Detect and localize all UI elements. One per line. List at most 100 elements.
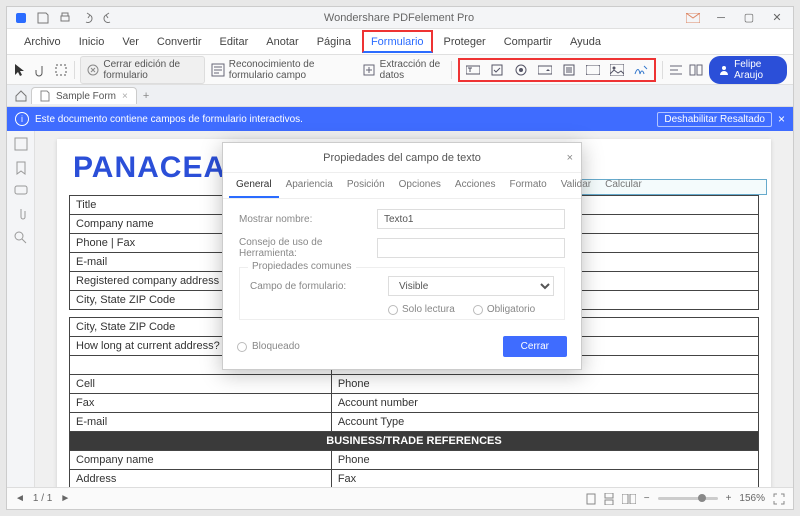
redo-icon[interactable] [101, 10, 117, 26]
close-circle-icon [87, 64, 99, 76]
tabstrip: Sample Form × + [7, 85, 793, 107]
dialog-title: Propiedades del campo de texto × [223, 143, 581, 173]
form-recognition-icon [211, 63, 225, 77]
undo-icon[interactable] [79, 10, 95, 26]
tab-general[interactable]: General [229, 173, 279, 198]
fullscreen-icon[interactable] [773, 493, 785, 505]
data-extraction-icon [362, 63, 376, 77]
close-form-edit-button[interactable]: Cerrar edición de formulario [80, 56, 204, 84]
section-header: BUSINESS/TRADE REFERENCES [70, 432, 759, 451]
menu-inicio[interactable]: Inicio [70, 29, 114, 54]
hand-icon[interactable] [33, 61, 47, 79]
menubar: Archivo Inicio Ver Convertir Editar Anot… [7, 29, 793, 55]
tab-formato[interactable]: Formato [502, 173, 553, 198]
listbox-icon[interactable] [560, 61, 578, 79]
common-properties-fieldset: Propiedades comunes Campo de formulario:… [239, 267, 565, 320]
data-extraction-button[interactable]: Extracción de datos [362, 59, 445, 81]
cell: Cell [70, 375, 332, 394]
info-banner: i Este documento contiene campos de form… [7, 107, 793, 131]
menu-formulario[interactable]: Formulario [362, 30, 433, 53]
home-tab-icon[interactable] [11, 90, 31, 102]
pointer-icon[interactable] [13, 61, 27, 79]
align-icon[interactable] [669, 61, 683, 79]
app-logo-icon [13, 10, 29, 26]
search-panel-icon[interactable] [14, 231, 27, 244]
disable-highlight-button[interactable]: Deshabilitar Resaltado [657, 112, 772, 127]
cell: Account Type [331, 413, 758, 432]
readonly-check[interactable]: Solo lectura [388, 304, 455, 315]
banner-close-icon[interactable]: × [778, 112, 785, 126]
radio-icon[interactable] [512, 61, 530, 79]
combobox-icon[interactable] [536, 61, 554, 79]
tab-opciones[interactable]: Opciones [392, 173, 448, 198]
tab-close-icon[interactable]: × [122, 91, 128, 102]
dialog-close-icon[interactable]: × [567, 152, 573, 164]
name-input[interactable] [377, 209, 565, 229]
view-single-icon[interactable] [586, 493, 596, 505]
zoom-level: 156% [739, 493, 765, 504]
menu-ver[interactable]: Ver [113, 29, 148, 54]
new-tab-button[interactable]: + [143, 90, 149, 102]
menu-ayuda[interactable]: Ayuda [561, 29, 610, 54]
user-pill[interactable]: Felipe Araujo [709, 56, 787, 84]
titlebar: Wondershare PDFelement Pro ─ ▢ ✕ [7, 7, 793, 29]
image-field-icon[interactable] [608, 61, 626, 79]
tab-apariencia[interactable]: Apariencia [279, 173, 340, 198]
tab-acciones[interactable]: Acciones [448, 173, 503, 198]
locked-check[interactable]: Bloqueado [237, 341, 300, 352]
banner-text: Este documento contiene campos de formul… [35, 114, 303, 125]
visibility-select[interactable]: Visible [388, 276, 554, 296]
button-icon[interactable] [584, 61, 602, 79]
more-tools-icon[interactable] [689, 61, 703, 79]
tab-calcular[interactable]: Calcular [598, 173, 649, 198]
cell: Phone [331, 451, 758, 470]
tab-posicion[interactable]: Posición [340, 173, 392, 198]
document-tab[interactable]: Sample Form × [31, 87, 137, 104]
dialog-close-button[interactable]: Cerrar [503, 336, 567, 357]
menu-proteger[interactable]: Proteger [435, 29, 495, 54]
print-icon[interactable] [57, 10, 73, 26]
zoom-out-icon[interactable]: − [644, 493, 650, 504]
dialog-footer: Bloqueado Cerrar [223, 326, 581, 369]
cell: Address [70, 470, 332, 488]
menu-editar[interactable]: Editar [211, 29, 258, 54]
menu-anotar[interactable]: Anotar [257, 29, 307, 54]
minimize-button[interactable]: ─ [709, 10, 733, 26]
window-title: Wondershare PDFelement Pro [117, 12, 681, 24]
close-button[interactable]: ✕ [765, 10, 789, 26]
form-recognition-button[interactable]: Reconocimiento de formulario campo [211, 59, 356, 81]
maximize-button[interactable]: ▢ [737, 10, 761, 26]
doc-icon [40, 90, 50, 102]
required-check[interactable]: Obligatorio [473, 304, 535, 315]
zoom-slider[interactable] [658, 497, 718, 500]
view-facing-icon[interactable] [622, 494, 636, 504]
checkbox-icon[interactable] [488, 61, 506, 79]
save-icon[interactable] [35, 10, 51, 26]
menu-pagina[interactable]: Página [308, 29, 360, 54]
tab-validar[interactable]: Validar [554, 173, 598, 198]
thumbnails-icon[interactable] [14, 137, 28, 151]
zoom-in-icon[interactable]: + [726, 493, 732, 504]
textfield-icon[interactable] [464, 61, 482, 79]
sidebar [7, 131, 35, 487]
label-tooltip: Consejo de uso de Herramienta: [239, 237, 369, 259]
prev-page-icon[interactable]: ◄ [15, 493, 25, 504]
menu-archivo[interactable]: Archivo [15, 29, 70, 54]
mail-icon[interactable] [681, 10, 705, 26]
statusbar: ◄ 1 / 1 ► − + 156% [7, 487, 793, 509]
dialog-body: Mostrar nombre: Consejo de uso de Herram… [223, 199, 581, 326]
attachments-icon[interactable] [15, 207, 27, 221]
dialog-tabs: General Apariencia Posición Opciones Acc… [223, 173, 581, 199]
tooltip-input[interactable] [377, 238, 565, 258]
cell: Phone [331, 375, 758, 394]
view-continuous-icon[interactable] [604, 493, 614, 505]
select-icon[interactable] [53, 61, 67, 79]
menu-compartir[interactable]: Compartir [495, 29, 561, 54]
next-page-icon[interactable]: ► [60, 493, 70, 504]
menu-convertir[interactable]: Convertir [148, 29, 211, 54]
comments-icon[interactable] [14, 185, 28, 197]
signature-icon[interactable] [632, 61, 650, 79]
form-field-tools [458, 58, 656, 82]
text-field-properties-dialog: Propiedades del campo de texto × General… [222, 142, 582, 370]
bookmarks-icon[interactable] [15, 161, 27, 175]
